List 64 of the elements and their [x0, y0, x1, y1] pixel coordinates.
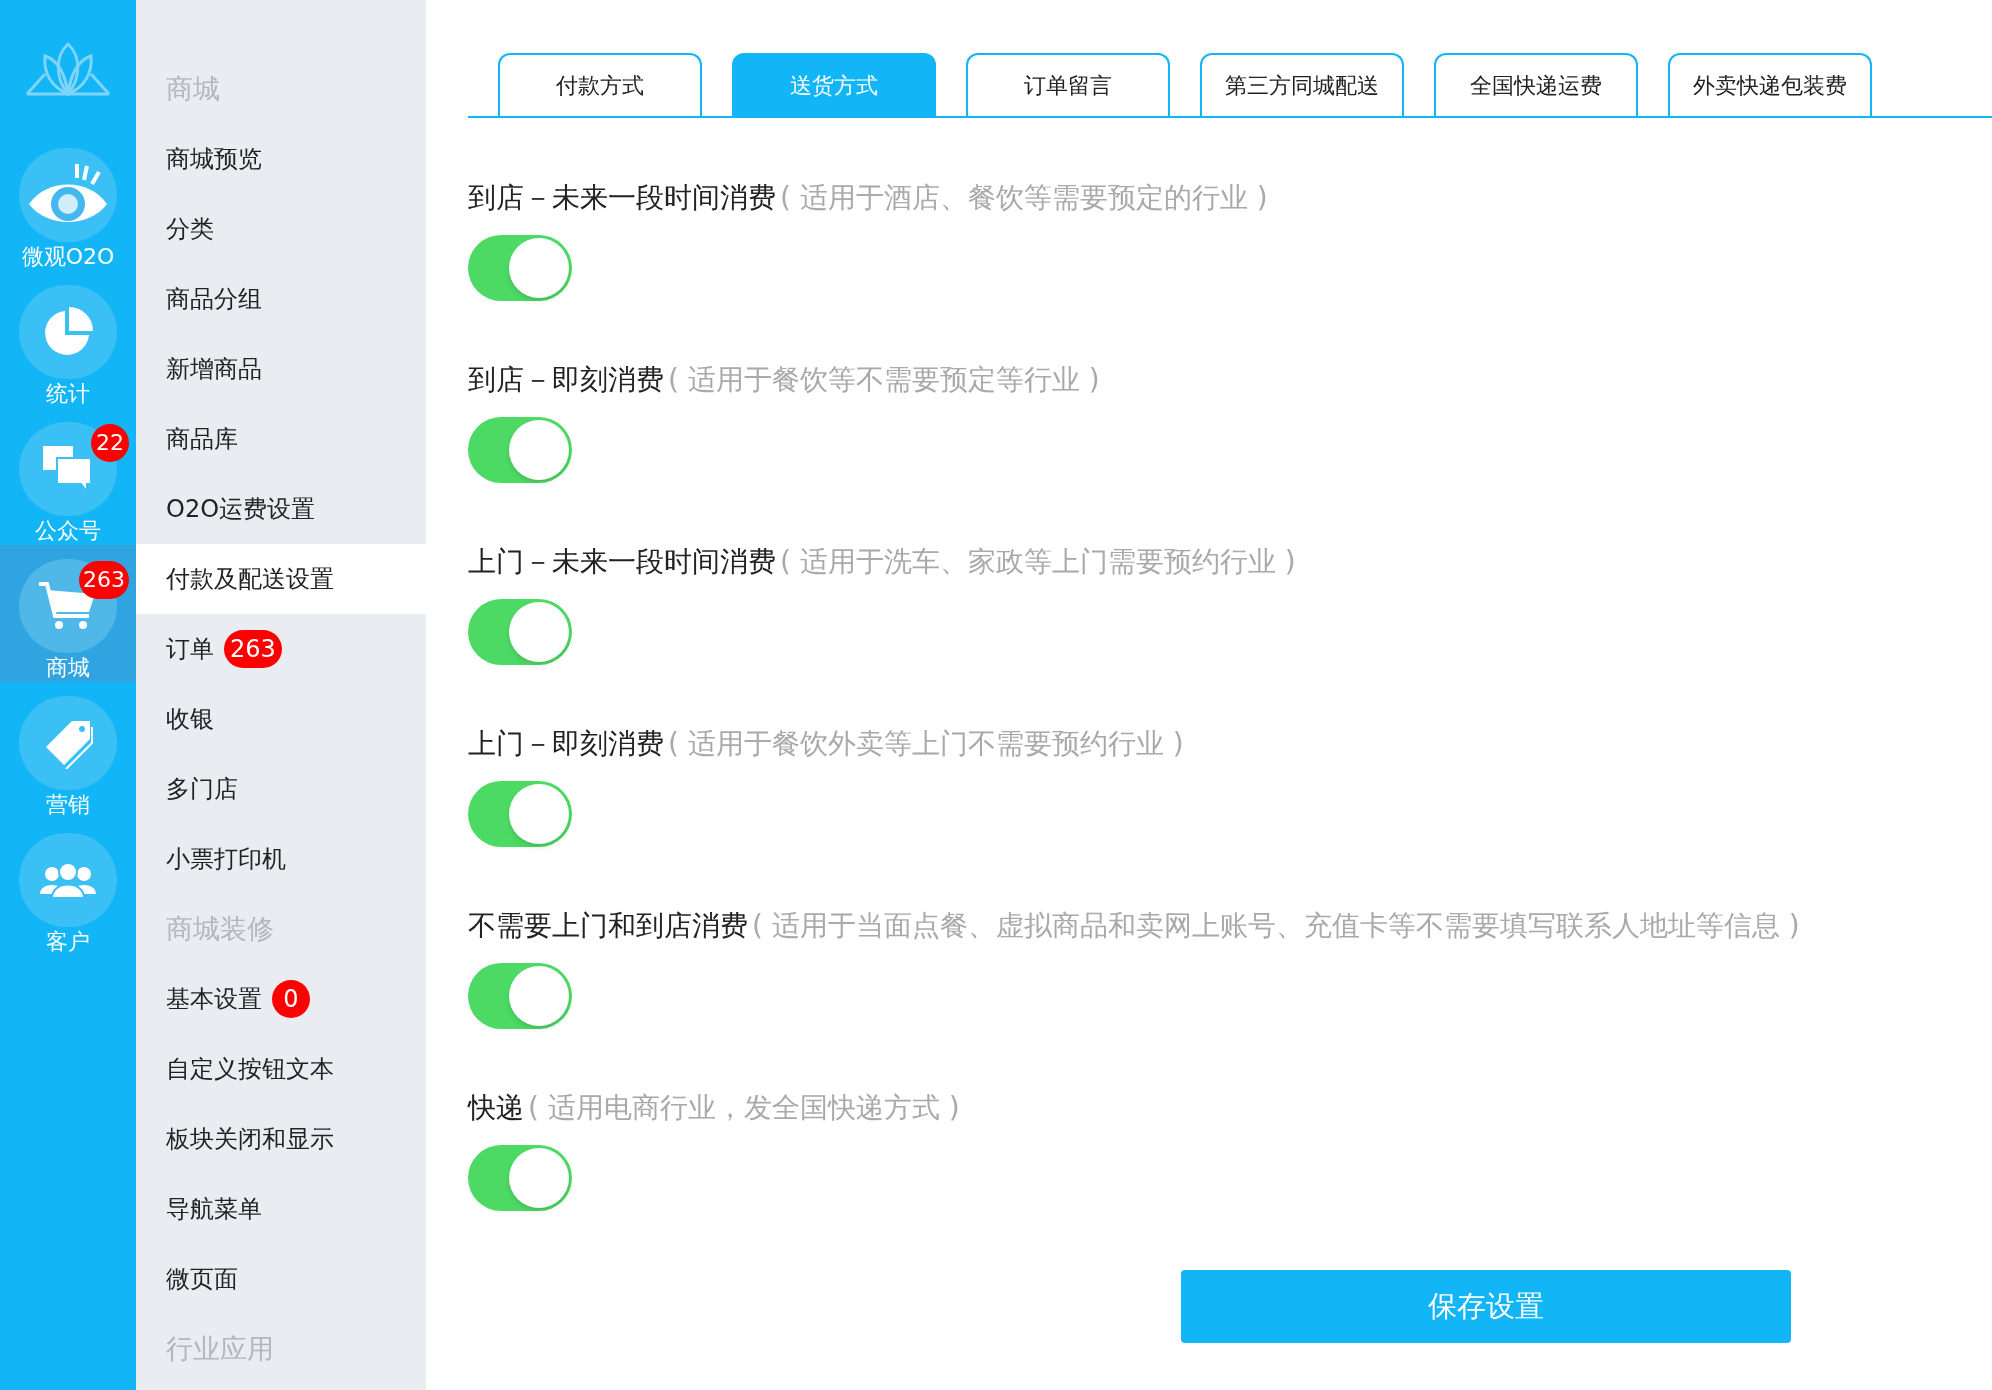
submenu-item[interactable]: 商城预览 [136, 124, 426, 194]
submenu-label: 收银 [166, 704, 214, 735]
option-hint: ( 适用于洗车、家政等上门需要预约行业 ) [780, 544, 1296, 580]
submenu-item[interactable]: 付款及配送设置 [136, 544, 426, 614]
option-title: 到店－即刻消费 [468, 362, 664, 398]
tab[interactable]: 付款方式 [498, 53, 702, 116]
submenu-label: 多门店 [166, 774, 238, 805]
submenu-label: 商品库 [166, 424, 238, 455]
option-title: 到店－未来一段时间消费 [468, 180, 776, 216]
submenu-item[interactable]: 商品分组 [136, 264, 426, 334]
rail-label: 客户 [46, 928, 90, 956]
submenu-label: 分类 [166, 214, 214, 245]
tab[interactable]: 第三方同城配送 [1200, 53, 1404, 116]
submenu-item[interactable]: 导航菜单 [136, 1174, 426, 1244]
submenu-item[interactable]: 小票打印机 [136, 824, 426, 894]
submenu-label: 导航菜单 [166, 1194, 262, 1225]
submenu-label: 商城预览 [166, 144, 262, 175]
submenu-label: 订单 [166, 634, 214, 665]
count-badge: 263 [224, 630, 282, 668]
lotus-logo-icon [25, 40, 111, 98]
rail-nav-item[interactable]: 22 公众号 [0, 408, 136, 545]
option-hint: ( 适用于酒店、餐饮等需要预定的行业 ) [780, 180, 1268, 216]
submenu-label: O2O运费设置 [166, 494, 316, 525]
submenu-item[interactable]: 分类 [136, 194, 426, 264]
rail-label: 营销 [46, 791, 90, 819]
option-hint: ( 适用电商行业，发全国快递方式 ) [528, 1090, 960, 1126]
count-badge: 0 [272, 980, 310, 1018]
submenu-item[interactable]: 微页面 [136, 1244, 426, 1314]
option-title: 不需要上门和到店消费 [468, 908, 748, 944]
option-title: 快递 [468, 1090, 524, 1126]
tab[interactable]: 订单留言 [966, 53, 1170, 116]
submenu-label: 板块关闭和显示 [166, 1124, 334, 1155]
submenu-label: 付款及配送设置 [166, 564, 334, 595]
notification-badge: 263 [79, 561, 129, 599]
submenu-item[interactable]: 订单 263 [136, 614, 426, 684]
rail-label: 商城 [46, 654, 90, 682]
rail-nav-item[interactable]: 263 商城 [0, 545, 136, 682]
submenu-label: 微页面 [166, 1264, 238, 1295]
pie-chart-icon [43, 307, 93, 357]
submenu-item[interactable]: 基本设置 0 [136, 964, 426, 1034]
submenu-item[interactable]: 自定义按钮文本 [136, 1034, 426, 1104]
rail-label: 微观O2O [21, 243, 115, 271]
submenu-item[interactable]: 板块关闭和显示 [136, 1104, 426, 1174]
submenu-item[interactable]: 新增商品 [136, 334, 426, 404]
option-hint: ( 适用于当面点餐、虚拟商品和卖网上账号、充值卡等不需要填写联系人地址等信息 ) [752, 908, 1800, 944]
submenu-item[interactable]: 商品库 [136, 404, 426, 474]
option-hint: ( 适用于餐饮外卖等上门不需要预约行业 ) [668, 726, 1184, 762]
rail-label: 统计 [46, 380, 90, 408]
submenu-item[interactable]: 多门店 [136, 754, 426, 824]
option-title: 上门－即刻消费 [468, 726, 664, 762]
submenu-label: 自定义按钮文本 [166, 1054, 334, 1085]
submenu-label: 小票打印机 [166, 844, 286, 875]
submenu-label: 商品分组 [166, 284, 262, 315]
rail-label: 公众号 [35, 517, 101, 545]
tab[interactable]: 全国快递运费 [1434, 53, 1638, 116]
option-title: 上门－未来一段时间消费 [468, 544, 776, 580]
submenu-label: 新增商品 [166, 354, 262, 385]
option-hint: ( 适用于餐饮等不需要预定等行业 ) [668, 362, 1100, 398]
tab[interactable]: 外卖快递包装费 [1668, 53, 1872, 116]
submenu-item[interactable]: 收银 [136, 684, 426, 754]
notification-badge: 22 [91, 424, 129, 462]
users-icon [40, 862, 96, 898]
submenu-item[interactable]: O2O运费设置 [136, 474, 426, 544]
submenu-label: 基本设置 [166, 984, 262, 1015]
